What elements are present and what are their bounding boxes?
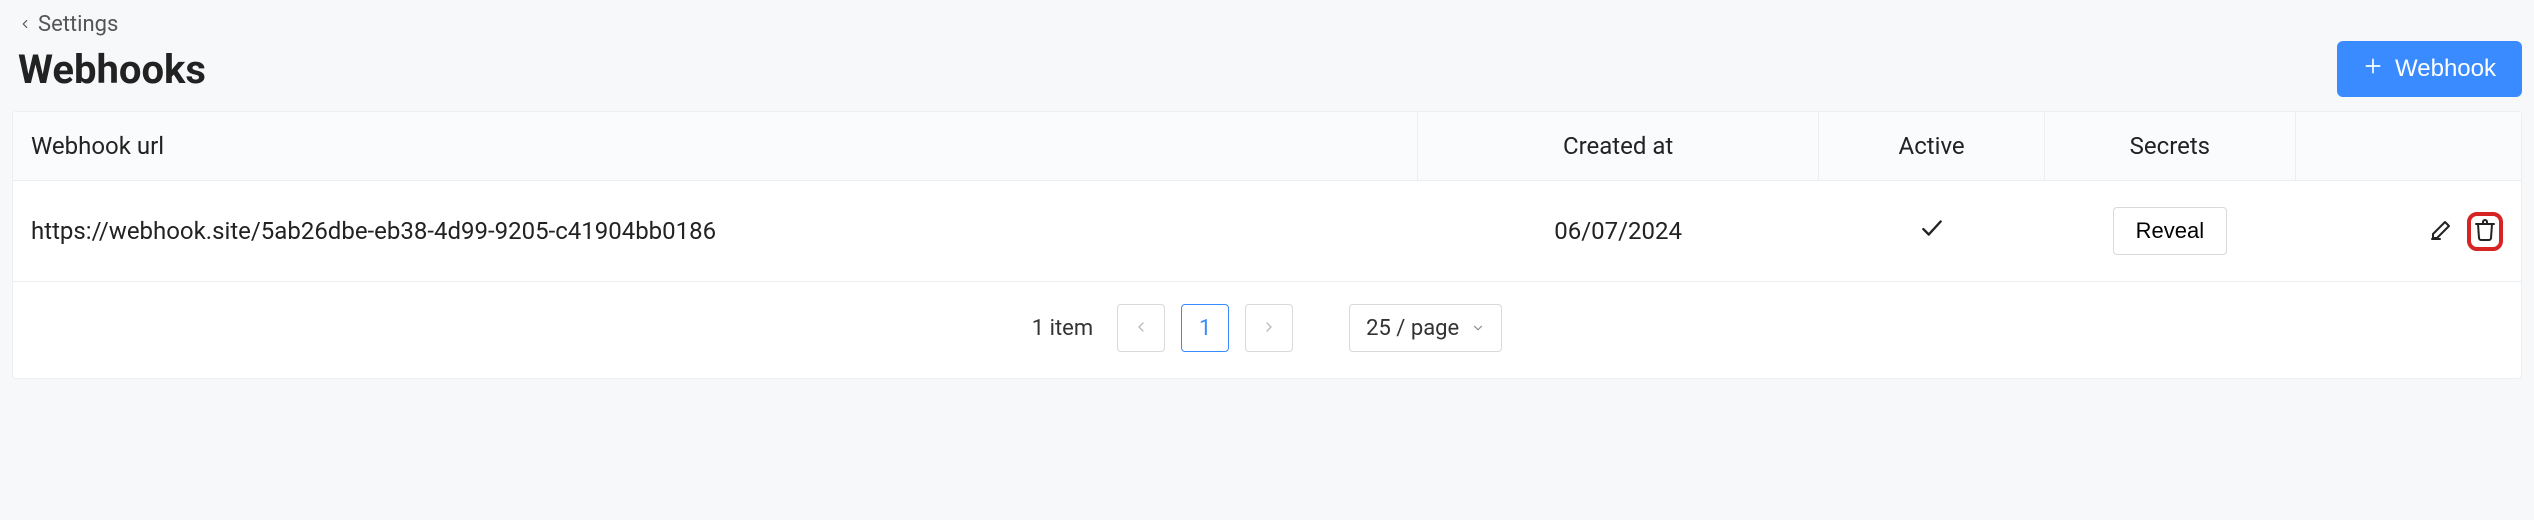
cell-secrets: Reveal <box>2044 181 2295 282</box>
pagination: 1 item 1 25 / page <box>13 282 2521 378</box>
cell-created-at: 06/07/2024 <box>1417 181 1818 282</box>
add-webhook-label: Webhook <box>2395 55 2496 83</box>
edit-button[interactable] <box>2425 214 2457 249</box>
plus-icon <box>2363 55 2383 83</box>
webhooks-table-card: Webhook url Created at Active Secrets ht… <box>12 111 2522 379</box>
chevron-right-icon <box>1261 316 1277 341</box>
reveal-secret-button[interactable]: Reveal <box>2113 207 2227 255</box>
check-icon <box>1919 219 1945 247</box>
webhooks-table: Webhook url Created at Active Secrets ht… <box>13 112 2521 282</box>
page-title: Webhooks <box>12 46 206 93</box>
col-header-secrets: Secrets <box>2044 112 2295 181</box>
col-header-url: Webhook url <box>13 112 1417 181</box>
page-size-label: 25 / page <box>1366 316 1459 341</box>
cell-actions <box>2295 181 2521 282</box>
cell-url: https://webhook.site/5ab26dbe-eb38-4d99-… <box>13 181 1417 282</box>
delete-button[interactable] <box>2467 212 2503 251</box>
pencil-icon <box>2429 218 2453 245</box>
table-row: https://webhook.site/5ab26dbe-eb38-4d99-… <box>13 181 2521 282</box>
col-header-active: Active <box>1819 112 2045 181</box>
col-header-actions <box>2295 112 2521 181</box>
pagination-prev-button[interactable] <box>1117 304 1165 352</box>
chevron-down-icon <box>1471 316 1485 341</box>
pagination-count: 1 item <box>1032 316 1093 341</box>
trash-icon <box>2473 218 2497 245</box>
pagination-next-button[interactable] <box>1245 304 1293 352</box>
cell-active <box>1819 181 2045 282</box>
breadcrumb-back[interactable]: Settings <box>12 12 118 37</box>
breadcrumb-label: Settings <box>38 12 118 37</box>
chevron-left-icon <box>1133 316 1149 341</box>
col-header-created-at: Created at <box>1417 112 1818 181</box>
chevron-left-icon <box>18 12 32 37</box>
pagination-page-1[interactable]: 1 <box>1181 304 1229 352</box>
add-webhook-button[interactable]: Webhook <box>2337 41 2522 97</box>
page-size-select[interactable]: 25 / page <box>1349 304 1502 352</box>
